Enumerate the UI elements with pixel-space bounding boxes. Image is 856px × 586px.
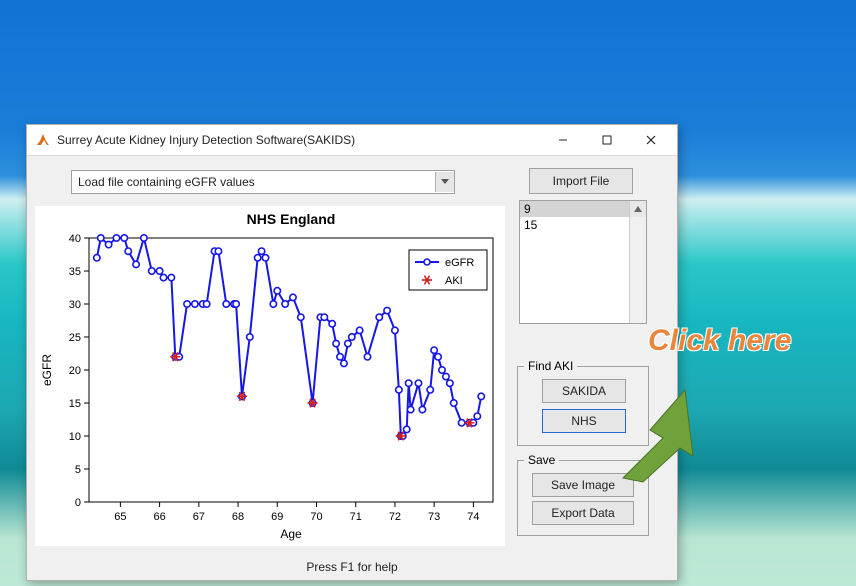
svg-text:72: 72 bbox=[389, 511, 401, 523]
svg-text:NHS England: NHS England bbox=[247, 211, 336, 227]
svg-text:15: 15 bbox=[69, 398, 81, 410]
results-listbox[interactable]: 9 15 bbox=[519, 200, 647, 324]
save-panel: Save Save Image Export Data bbox=[517, 460, 649, 536]
nhs-button[interactable]: NHS bbox=[542, 409, 626, 433]
svg-text:5: 5 bbox=[75, 464, 81, 476]
scrollbar[interactable] bbox=[629, 201, 646, 323]
svg-text:30: 30 bbox=[69, 299, 81, 311]
svg-text:70: 70 bbox=[310, 511, 322, 523]
find-aki-title: Find AKI bbox=[524, 359, 577, 373]
svg-text:65: 65 bbox=[114, 511, 126, 523]
save-image-button[interactable]: Save Image bbox=[532, 473, 634, 497]
save-title: Save bbox=[524, 453, 559, 467]
file-select-label: Load file containing eGFR values bbox=[72, 175, 435, 189]
help-text: Press F1 for help bbox=[27, 560, 677, 574]
svg-text:25: 25 bbox=[69, 332, 81, 344]
svg-text:Age: Age bbox=[280, 527, 302, 541]
titlebar[interactable]: Surrey Acute Kidney Injury Detection Sof… bbox=[27, 125, 677, 156]
list-item[interactable]: 9 bbox=[520, 201, 646, 217]
window-title: Surrey Acute Kidney Injury Detection Sof… bbox=[57, 133, 541, 147]
window-content: Load file containing eGFR values Import … bbox=[27, 156, 677, 580]
svg-text:AKI: AKI bbox=[445, 275, 463, 287]
minimize-button[interactable] bbox=[541, 125, 585, 155]
svg-text:eGFR: eGFR bbox=[445, 257, 474, 269]
svg-text:eGFR: eGFR bbox=[40, 354, 54, 386]
svg-text:40: 40 bbox=[69, 233, 81, 245]
list-item[interactable]: 15 bbox=[520, 217, 646, 233]
file-select-dropdown[interactable]: Load file containing eGFR values bbox=[71, 170, 455, 194]
chevron-down-icon bbox=[435, 172, 454, 192]
svg-text:74: 74 bbox=[467, 511, 479, 523]
svg-text:66: 66 bbox=[153, 511, 165, 523]
chart-area: 0 5 10 15 20 25 30 35 40 65 66 67 68 69 70 71 72 73 74 NHS … bbox=[35, 206, 505, 546]
sakids-window: Surrey Acute Kidney Injury Detection Sof… bbox=[26, 124, 678, 581]
svg-text:73: 73 bbox=[428, 511, 440, 523]
matlab-icon bbox=[35, 132, 51, 148]
svg-text:71: 71 bbox=[350, 511, 362, 523]
maximize-button[interactable] bbox=[585, 125, 629, 155]
svg-text:69: 69 bbox=[271, 511, 283, 523]
export-data-button[interactable]: Export Data bbox=[532, 501, 634, 525]
desktop-background: Surrey Acute Kidney Injury Detection Sof… bbox=[0, 0, 856, 586]
svg-text:0: 0 bbox=[75, 497, 81, 509]
close-button[interactable] bbox=[629, 125, 673, 155]
svg-text:68: 68 bbox=[232, 511, 244, 523]
find-aki-panel: Find AKI SAKIDA NHS bbox=[517, 366, 649, 446]
svg-text:67: 67 bbox=[193, 511, 205, 523]
sakida-button[interactable]: SAKIDA bbox=[542, 379, 626, 403]
scroll-up-icon[interactable] bbox=[630, 201, 646, 217]
svg-text:10: 10 bbox=[69, 431, 81, 443]
import-file-button[interactable]: Import File bbox=[529, 168, 633, 194]
svg-text:35: 35 bbox=[69, 266, 81, 278]
svg-text:20: 20 bbox=[69, 365, 81, 377]
